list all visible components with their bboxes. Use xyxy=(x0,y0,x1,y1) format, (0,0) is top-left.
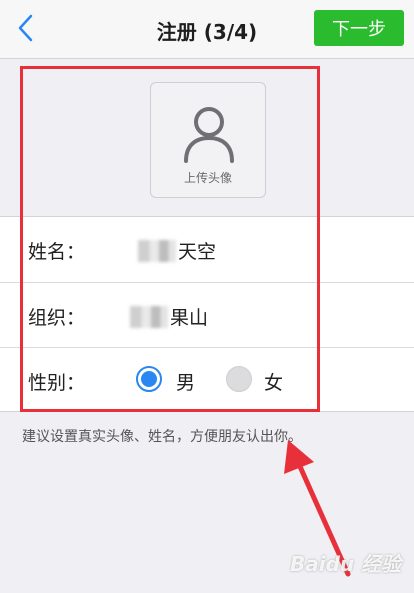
next-step-button[interactable]: 下一步 xyxy=(314,10,404,46)
nav-bar: 注册 (3/4) 下一步 xyxy=(0,0,414,59)
name-row: 姓名： 天空 xyxy=(0,217,414,281)
name-value: 天空 xyxy=(178,241,217,263)
profile-form: 姓名： 天空 组织： 果山 性别： 男 女 xyxy=(0,216,414,412)
gender-male-label[interactable]: 男 xyxy=(176,368,195,395)
upload-avatar-label: 上传头像 xyxy=(183,171,232,185)
redacted-blur xyxy=(130,306,168,328)
redacted-blur xyxy=(138,240,176,262)
upload-avatar-button[interactable]: 上传头像 xyxy=(150,82,266,198)
gender-female-radio[interactable] xyxy=(226,366,252,392)
organization-label: 组织： xyxy=(28,307,86,329)
organization-value: 果山 xyxy=(170,307,209,329)
organization-field[interactable]: 果山 xyxy=(130,303,208,330)
hint-text: 建议设置真实头像、姓名，方便朋友认出你。 xyxy=(22,429,302,445)
user-icon xyxy=(184,107,234,163)
gender-male-radio[interactable] xyxy=(136,366,162,392)
organization-row: 组织： 果山 xyxy=(0,282,414,347)
annotation-arrow-icon xyxy=(284,440,351,577)
name-field[interactable]: 天空 xyxy=(138,237,216,264)
watermark: Baidu 经验 xyxy=(290,552,402,576)
gender-row: 性别： 男 女 xyxy=(0,347,414,412)
name-label: 姓名： xyxy=(28,241,86,263)
gender-label: 性别： xyxy=(28,372,86,394)
gender-female-label[interactable]: 女 xyxy=(264,368,283,395)
